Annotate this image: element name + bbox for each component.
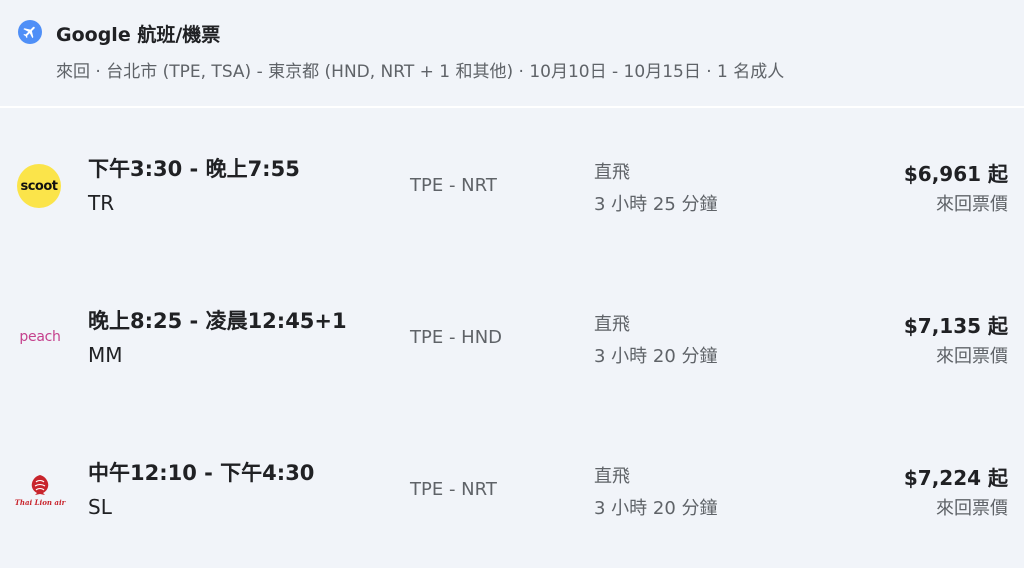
airline-logo-text: peach [19, 329, 61, 345]
scoot-logo: scoot [17, 164, 61, 208]
airline-code: MM [88, 343, 123, 367]
flight-stops: 直飛 [594, 466, 630, 487]
page-title: Google 航班/機票 [56, 24, 221, 46]
flight-duration: 3 小時 20 分鐘 [594, 346, 718, 367]
flight-row[interactable]: Thai Lion air 中午12:10 - 下午4:30 SL TPE - … [0, 430, 1024, 550]
flight-row[interactable]: scoot 下午3:30 - 晚上7:55 TR TPE - NRT 直飛 3 … [0, 126, 1024, 246]
flight-route: TPE - NRT [410, 175, 497, 196]
flight-price: $7,224 起 [903, 466, 1008, 490]
thai-lion-air-logo: Thai Lion air [14, 466, 66, 514]
airline-logo-text: Thai Lion air [14, 498, 66, 507]
flight-price: $6,961 起 [903, 162, 1008, 186]
airline-logo-text: scoot [20, 178, 58, 194]
flights-page: Google 航班/機票 來回 · 台北市 (TPE, TSA) - 東京都 (… [0, 0, 1024, 568]
price-note: 來回票價 [936, 194, 1008, 215]
lion-emblem-icon [31, 475, 49, 495]
flight-price: $7,135 起 [903, 314, 1008, 338]
flight-row[interactable]: peach 晚上8:25 - 凌晨12:45+1 MM TPE - HND 直飛… [0, 278, 1024, 398]
flight-duration: 3 小時 20 分鐘 [594, 498, 718, 519]
flight-duration: 3 小時 25 分鐘 [594, 194, 718, 215]
flight-stops: 直飛 [594, 162, 630, 183]
search-summary-header: Google 航班/機票 來回 · 台北市 (TPE, TSA) - 東京都 (… [0, 0, 1024, 108]
search-summary: 來回 · 台北市 (TPE, TSA) - 東京都 (HND, NRT + 1 … [56, 62, 785, 82]
flight-route: TPE - HND [410, 327, 503, 348]
airline-code: SL [88, 495, 112, 519]
airplane-icon [18, 20, 42, 44]
flight-times: 晚上8:25 - 凌晨12:45+1 [88, 309, 347, 333]
airline-code: TR [88, 191, 115, 215]
flight-route: TPE - NRT [410, 479, 497, 500]
flight-times: 下午3:30 - 晚上7:55 [88, 157, 300, 181]
price-note: 來回票價 [936, 498, 1008, 519]
peach-logo: peach [16, 313, 64, 361]
flight-times: 中午12:10 - 下午4:30 [88, 461, 315, 485]
flight-stops: 直飛 [594, 314, 630, 335]
price-note: 來回票價 [936, 346, 1008, 367]
